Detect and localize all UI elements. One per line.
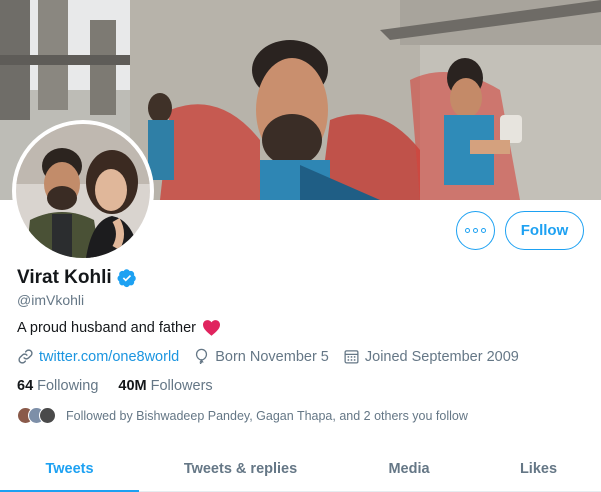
joined-text: Joined September 2009 (364, 348, 519, 365)
verified-badge-icon (117, 269, 136, 288)
profile-handle: @imVkohli (17, 292, 85, 308)
birthday-text: Born November 5 (215, 348, 329, 365)
more-options-button[interactable] (456, 211, 495, 250)
follow-stats: 64 Following 40M Followers (17, 378, 233, 394)
following-label: Following (37, 378, 99, 394)
profile-avatar[interactable] (12, 120, 154, 262)
balloon-icon (196, 348, 208, 365)
profile-tabs: Tweets Tweets & replies Media Likes (0, 446, 601, 492)
followers-label: Followers (150, 378, 213, 394)
display-name: Virat Kohli (17, 267, 112, 288)
profile-bio: A proud husband and father (17, 319, 221, 336)
profile-joined: Joined September 2009 (343, 348, 519, 365)
tab-media[interactable]: Media (342, 446, 476, 492)
followers-count: 40M (118, 378, 147, 394)
tab-tweets-replies[interactable]: Tweets & replies (139, 446, 342, 492)
profile-meta: twitter.com/one8world Born November 5 Jo… (17, 348, 533, 365)
calendar-icon (344, 350, 359, 364)
name-row: Virat Kohli (17, 267, 137, 289)
followers-you-know-avatars (17, 407, 56, 424)
red-heart-icon (202, 320, 220, 336)
profile-birthday: Born November 5 (193, 348, 329, 365)
tab-likes[interactable]: Likes (476, 446, 601, 492)
website-link[interactable]: twitter.com/one8world (39, 349, 179, 365)
tab-tweets[interactable]: Tweets (0, 446, 139, 492)
mini-avatar (39, 407, 56, 424)
following-count: 64 (17, 378, 34, 394)
follow-button[interactable]: Follow (505, 211, 584, 250)
link-icon (18, 349, 33, 364)
bio-text: A proud husband and father (17, 319, 196, 336)
avatar-photo (16, 124, 150, 258)
followers-stat[interactable]: 40M Followers (118, 378, 212, 394)
followed-by-text: Followed by Bishwadeep Pandey, Gagan Tha… (66, 408, 468, 423)
following-stat[interactable]: 64 Following (17, 378, 98, 394)
profile-website: twitter.com/one8world (17, 348, 179, 365)
followed-by-row[interactable]: Followed by Bishwadeep Pandey, Gagan Tha… (17, 407, 468, 424)
more-dots-icon (465, 228, 486, 233)
